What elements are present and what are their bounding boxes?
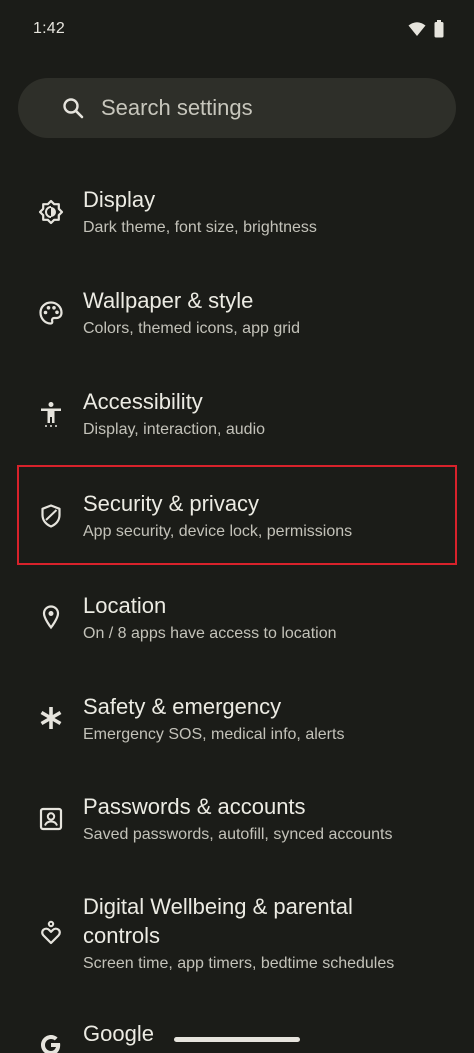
battery-icon: [434, 20, 444, 43]
wellbeing-icon: [38, 920, 64, 946]
settings-item-title: Accessibility: [83, 389, 203, 414]
settings-item-title: Safety & emergency: [83, 694, 282, 719]
status-bar: 1:42: [0, 0, 474, 60]
display-brightness-icon: [38, 199, 64, 225]
settings-item-display[interactable]: Display Dark theme, font size, brightnes…: [0, 162, 474, 262]
gesture-nav-bar[interactable]: [174, 1037, 300, 1042]
search-bar[interactable]: Search settings: [18, 78, 456, 138]
status-icons: [408, 20, 444, 43]
settings-item-title: Google: [83, 1021, 154, 1046]
settings-item-subtitle: Dark theme, font size, brightness: [83, 219, 317, 236]
search-icon[interactable]: [62, 97, 84, 119]
shield-icon: [38, 503, 64, 529]
location-pin-icon: [38, 604, 64, 630]
settings-item-subtitle: App security, device lock, permissions: [83, 523, 353, 540]
settings-item-subtitle: Saved passwords, autofill, synced accoun…: [83, 826, 393, 843]
settings-item-accessibility[interactable]: Accessibility Display, interaction, audi…: [0, 364, 474, 464]
settings-item-title: Security & privacy: [83, 491, 260, 516]
settings-item-title: Wallpaper & style: [83, 288, 254, 313]
asterisk-icon: [38, 705, 64, 731]
settings-item-google[interactable]: Google: [0, 1002, 474, 1053]
settings-item-subtitle: Display, interaction, audio: [83, 421, 266, 438]
palette-icon: [38, 300, 64, 326]
settings-item-passwords[interactable]: Passwords & accounts Saved passwords, au…: [0, 769, 474, 869]
settings-item-subtitle: Emergency SOS, medical info, alerts: [83, 726, 345, 743]
settings-item-title: Passwords & accounts: [83, 794, 306, 819]
settings-item-wallpaper[interactable]: Wallpaper & style Colors, themed icons, …: [0, 263, 474, 363]
settings-item-subtitle: On / 8 apps have access to location: [83, 625, 337, 642]
search-input[interactable]: Search settings: [101, 94, 253, 122]
settings-item-digital-wellbeing[interactable]: Digital Wellbeing & parental controls Sc…: [0, 870, 474, 1000]
settings-item-title: Display: [83, 187, 156, 212]
google-icon: [38, 1032, 64, 1053]
accessibility-icon: [38, 401, 64, 427]
settings-item-title: Location: [83, 593, 167, 618]
wifi-icon: [408, 21, 426, 42]
account-box-icon: [38, 806, 64, 832]
settings-item-safety[interactable]: Safety & emergency Emergency SOS, medica…: [0, 668, 474, 768]
settings-item-location[interactable]: Location On / 8 apps have access to loca…: [0, 566, 474, 666]
settings-item-title-line2: controls: [83, 923, 161, 948]
settings-item-subtitle: Colors, themed icons, app grid: [83, 320, 300, 337]
settings-item-security[interactable]: Security & privacy App security, device …: [0, 465, 474, 565]
settings-item-subtitle: Screen time, app timers, bedtime schedul…: [83, 955, 395, 972]
status-time: 1:42: [33, 20, 65, 37]
settings-item-title-line1: Digital Wellbeing & parental: [83, 894, 353, 919]
